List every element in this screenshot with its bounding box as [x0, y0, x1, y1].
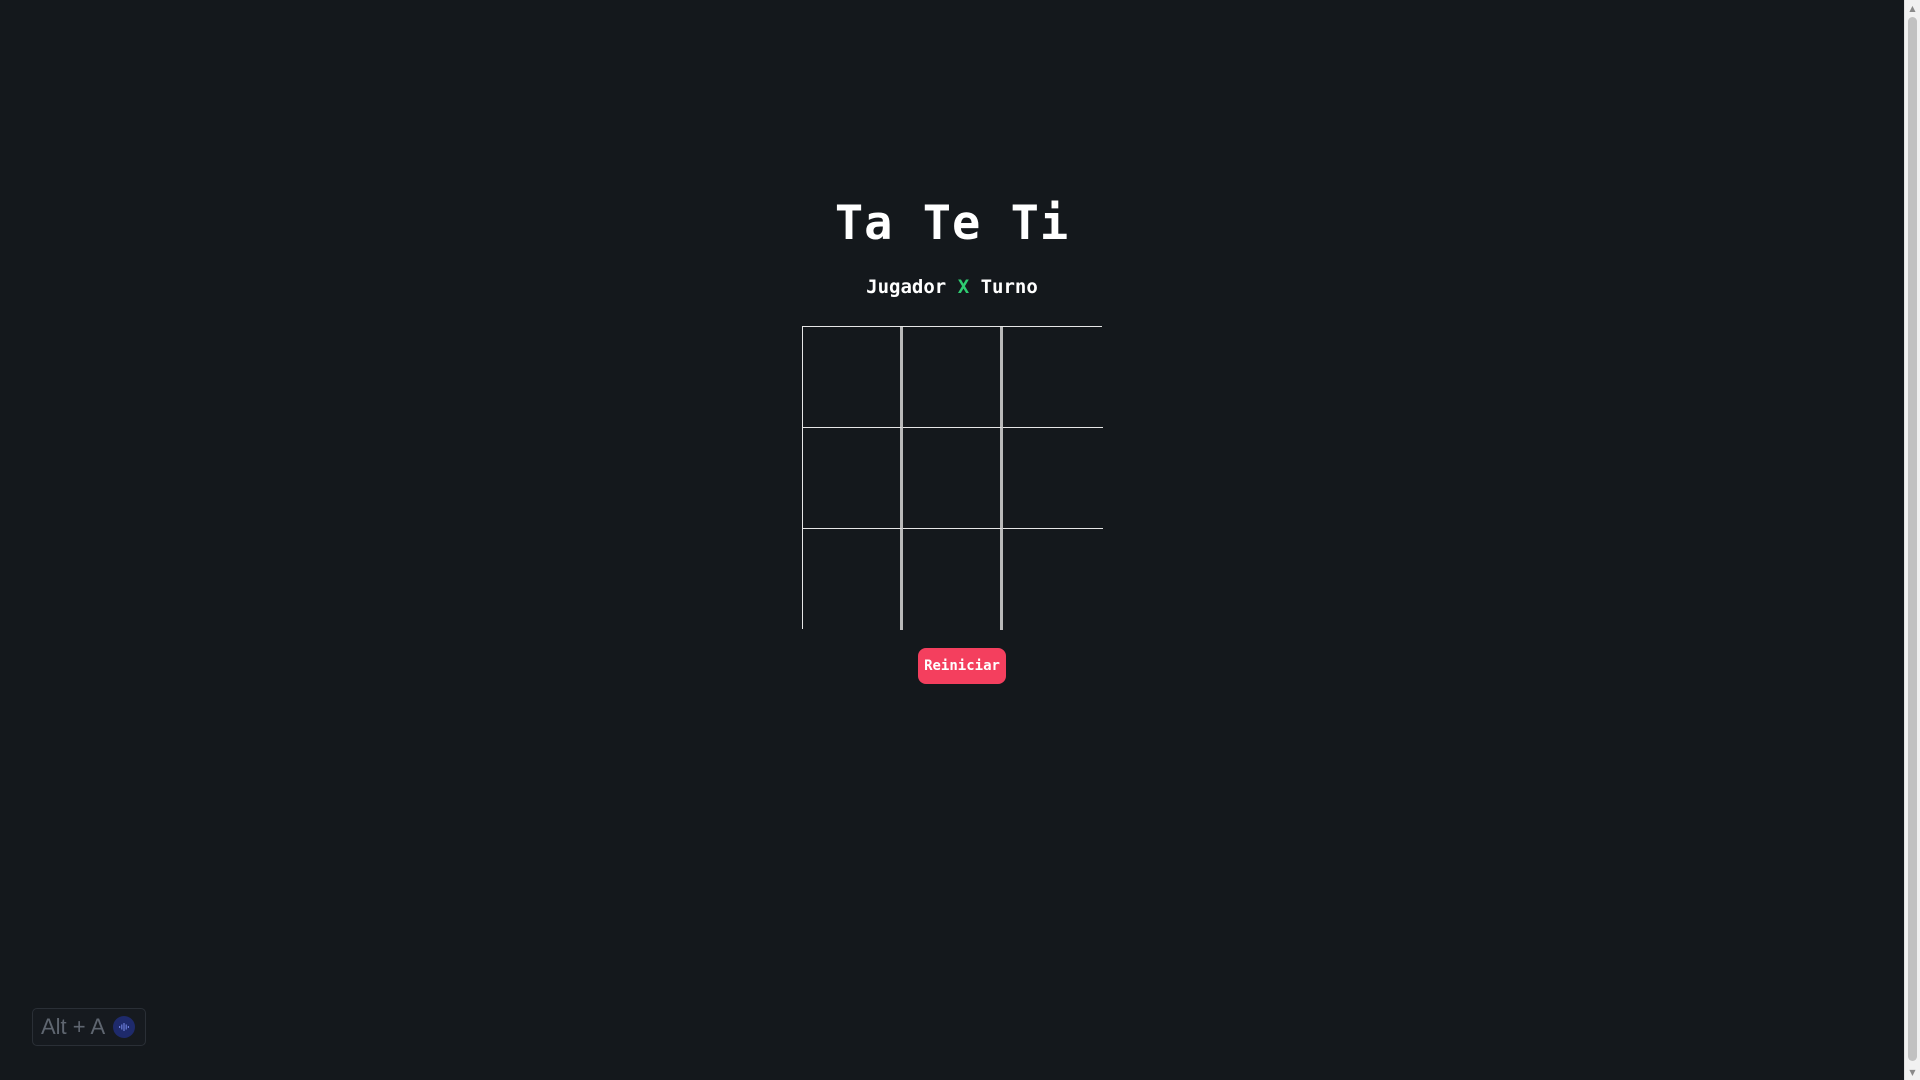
board-cell-8[interactable]: [903, 529, 1003, 630]
scroll-up-icon[interactable]: ▲: [1905, 0, 1920, 16]
board-cell-3[interactable]: [1003, 327, 1103, 428]
main-content: Ta Te Ti Jugador X Turno Reiniciar: [0, 0, 1904, 1080]
current-player: X: [957, 276, 970, 298]
board-cell-5[interactable]: [903, 428, 1003, 529]
scrollbar-thumb[interactable]: [1908, 17, 1917, 1061]
board-cell-1[interactable]: [803, 327, 903, 428]
turn-prefix: Jugador: [866, 276, 947, 298]
game-title: Ta Te Ti: [834, 196, 1070, 251]
page: Ta Te Ti Jugador X Turno Reiniciar Alt +…: [0, 0, 1920, 1080]
board-cell-4[interactable]: [803, 428, 903, 529]
vertical-scrollbar[interactable]: ▲ ▼: [1904, 0, 1920, 1080]
board-cell-6[interactable]: [1003, 428, 1103, 529]
board-cell-7[interactable]: [803, 529, 903, 630]
board-cell-9[interactable]: [1003, 529, 1103, 630]
shortcut-label: Alt + A: [41, 1014, 106, 1039]
board-cell-2[interactable]: [903, 327, 1003, 428]
shortcut-widget[interactable]: Alt + A: [32, 1008, 147, 1046]
scroll-down-icon[interactable]: ▼: [1905, 1064, 1920, 1080]
game-board: [802, 326, 1103, 630]
audio-wave-icon: [113, 1016, 136, 1038]
turn-indicator: Jugador X Turno: [0, 276, 1904, 298]
reset-button[interactable]: Reiniciar: [918, 648, 1006, 684]
turn-suffix: Turno: [980, 276, 1038, 298]
